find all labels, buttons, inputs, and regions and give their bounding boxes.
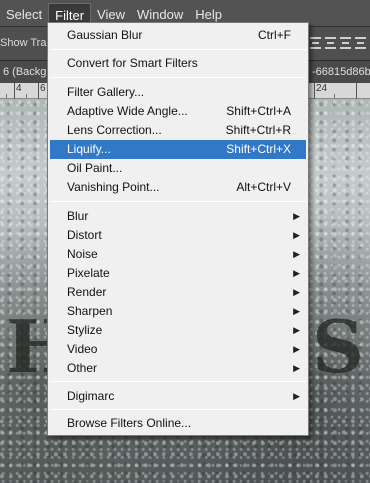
menu-item-browse-filters-online[interactable]: Browse Filters Online...	[50, 414, 306, 433]
menu-item-distort[interactable]: Distort ▶	[50, 226, 306, 245]
menu-item-liquify[interactable]: Liquify... Shift+Ctrl+X	[50, 140, 306, 159]
menu-item-shortcut: Shift+Ctrl+A	[226, 104, 291, 118]
menu-item-video[interactable]: Video ▶	[50, 340, 306, 359]
menu-item-label: Sharpen	[67, 304, 113, 318]
menu-item-lens-correction[interactable]: Lens Correction... Shift+Ctrl+R	[50, 121, 306, 140]
menu-separator	[50, 201, 306, 202]
menu-item-pixelate[interactable]: Pixelate ▶	[50, 264, 306, 283]
menu-item-label: Browse Filters Online...	[67, 416, 192, 430]
menu-item-other[interactable]: Other ▶	[50, 359, 306, 378]
submenu-arrow-icon: ▶	[293, 211, 300, 221]
submenu-arrow-icon: ▶	[293, 249, 300, 259]
align-vertical-center-icon[interactable]	[325, 37, 336, 49]
menu-separator	[50, 49, 306, 50]
menu-item-gaussian-blur[interactable]: Gaussian Blur Ctrl+F	[50, 26, 306, 45]
menu-item-label: Pixelate	[67, 266, 110, 280]
ruler-tick	[356, 83, 357, 99]
menu-item-shortcut: Ctrl+F	[258, 28, 291, 42]
menu-separator	[50, 381, 306, 382]
align-bottom-icon[interactable]	[340, 37, 351, 49]
document-tab[interactable]: 6 (Backgr	[0, 61, 50, 83]
menu-item-blur[interactable]: Blur ▶	[50, 207, 306, 226]
submenu-arrow-icon: ▶	[293, 268, 300, 278]
align-left-icon[interactable]	[355, 37, 366, 49]
menu-item-label: Video	[67, 342, 98, 356]
ruler-label: 4	[16, 83, 22, 94]
canvas-letter-right: S	[312, 304, 364, 389]
menu-separator	[50, 409, 306, 410]
submenu-arrow-icon: ▶	[293, 306, 300, 316]
menu-item-label: Filter Gallery...	[67, 85, 145, 99]
menu-item-shortcut: Shift+Ctrl+X	[226, 142, 291, 156]
menu-item-label: Convert for Smart Filters	[67, 56, 198, 70]
submenu-arrow-icon: ▶	[293, 287, 300, 297]
menu-item-label: Lens Correction...	[67, 123, 162, 137]
ruler-label: 24	[316, 83, 328, 94]
ruler-tick	[314, 83, 315, 99]
menu-item-noise[interactable]: Noise ▶	[50, 245, 306, 264]
menu-item-label: Distort	[67, 228, 102, 242]
submenu-arrow-icon: ▶	[293, 363, 300, 373]
submenu-arrow-icon: ▶	[293, 230, 300, 240]
align-buttons	[310, 37, 370, 51]
menu-item-label: Render	[67, 285, 107, 299]
menu-item-label: Oil Paint...	[67, 161, 123, 175]
menu-item-label: Vanishing Point...	[67, 180, 160, 194]
menu-item-render[interactable]: Render ▶	[50, 283, 306, 302]
ruler-tick	[14, 83, 15, 99]
menu-item-filter-gallery[interactable]: Filter Gallery...	[50, 83, 306, 102]
submenu-arrow-icon: ▶	[293, 344, 300, 354]
menu-item-label: Gaussian Blur	[67, 28, 143, 42]
menu-item-label: Noise	[67, 247, 98, 261]
menu-item-label: Digimarc	[67, 389, 115, 403]
menu-item-shortcut: Alt+Ctrl+V	[236, 180, 291, 194]
menu-item-label: Stylize	[67, 323, 103, 337]
filter-menu-dropdown: Gaussian Blur Ctrl+F Convert for Smart F…	[47, 22, 309, 436]
menu-item-label: Liquify...	[67, 142, 111, 156]
submenu-arrow-icon: ▶	[293, 325, 300, 335]
ruler-label: 6	[40, 83, 46, 94]
menu-item-stylize[interactable]: Stylize ▶	[50, 321, 306, 340]
menu-item-shortcut: Shift+Ctrl+R	[225, 123, 291, 137]
menu-item-convert-smart-filters[interactable]: Convert for Smart Filters	[50, 54, 306, 73]
ruler-tick	[38, 83, 39, 99]
menu-item-vanishing-point[interactable]: Vanishing Point... Alt+Ctrl+V	[50, 178, 306, 197]
menu-item-adaptive-wide-angle[interactable]: Adaptive Wide Angle... Shift+Ctrl+A	[50, 102, 306, 121]
menu-item-label: Other	[67, 361, 98, 375]
submenu-arrow-icon: ▶	[293, 391, 300, 401]
document-tab[interactable]: -66815d86b	[308, 61, 370, 83]
menu-item-label: Adaptive Wide Angle...	[67, 104, 188, 118]
menu-item-oil-paint[interactable]: Oil Paint...	[50, 159, 306, 178]
menu-select[interactable]: Select	[0, 3, 48, 26]
menu-separator	[50, 77, 306, 78]
menu-item-sharpen[interactable]: Sharpen ▶	[50, 302, 306, 321]
menu-item-digimarc[interactable]: Digimarc ▶	[50, 387, 306, 406]
menu-item-label: Blur	[67, 209, 89, 223]
align-top-icon[interactable]	[310, 37, 321, 49]
